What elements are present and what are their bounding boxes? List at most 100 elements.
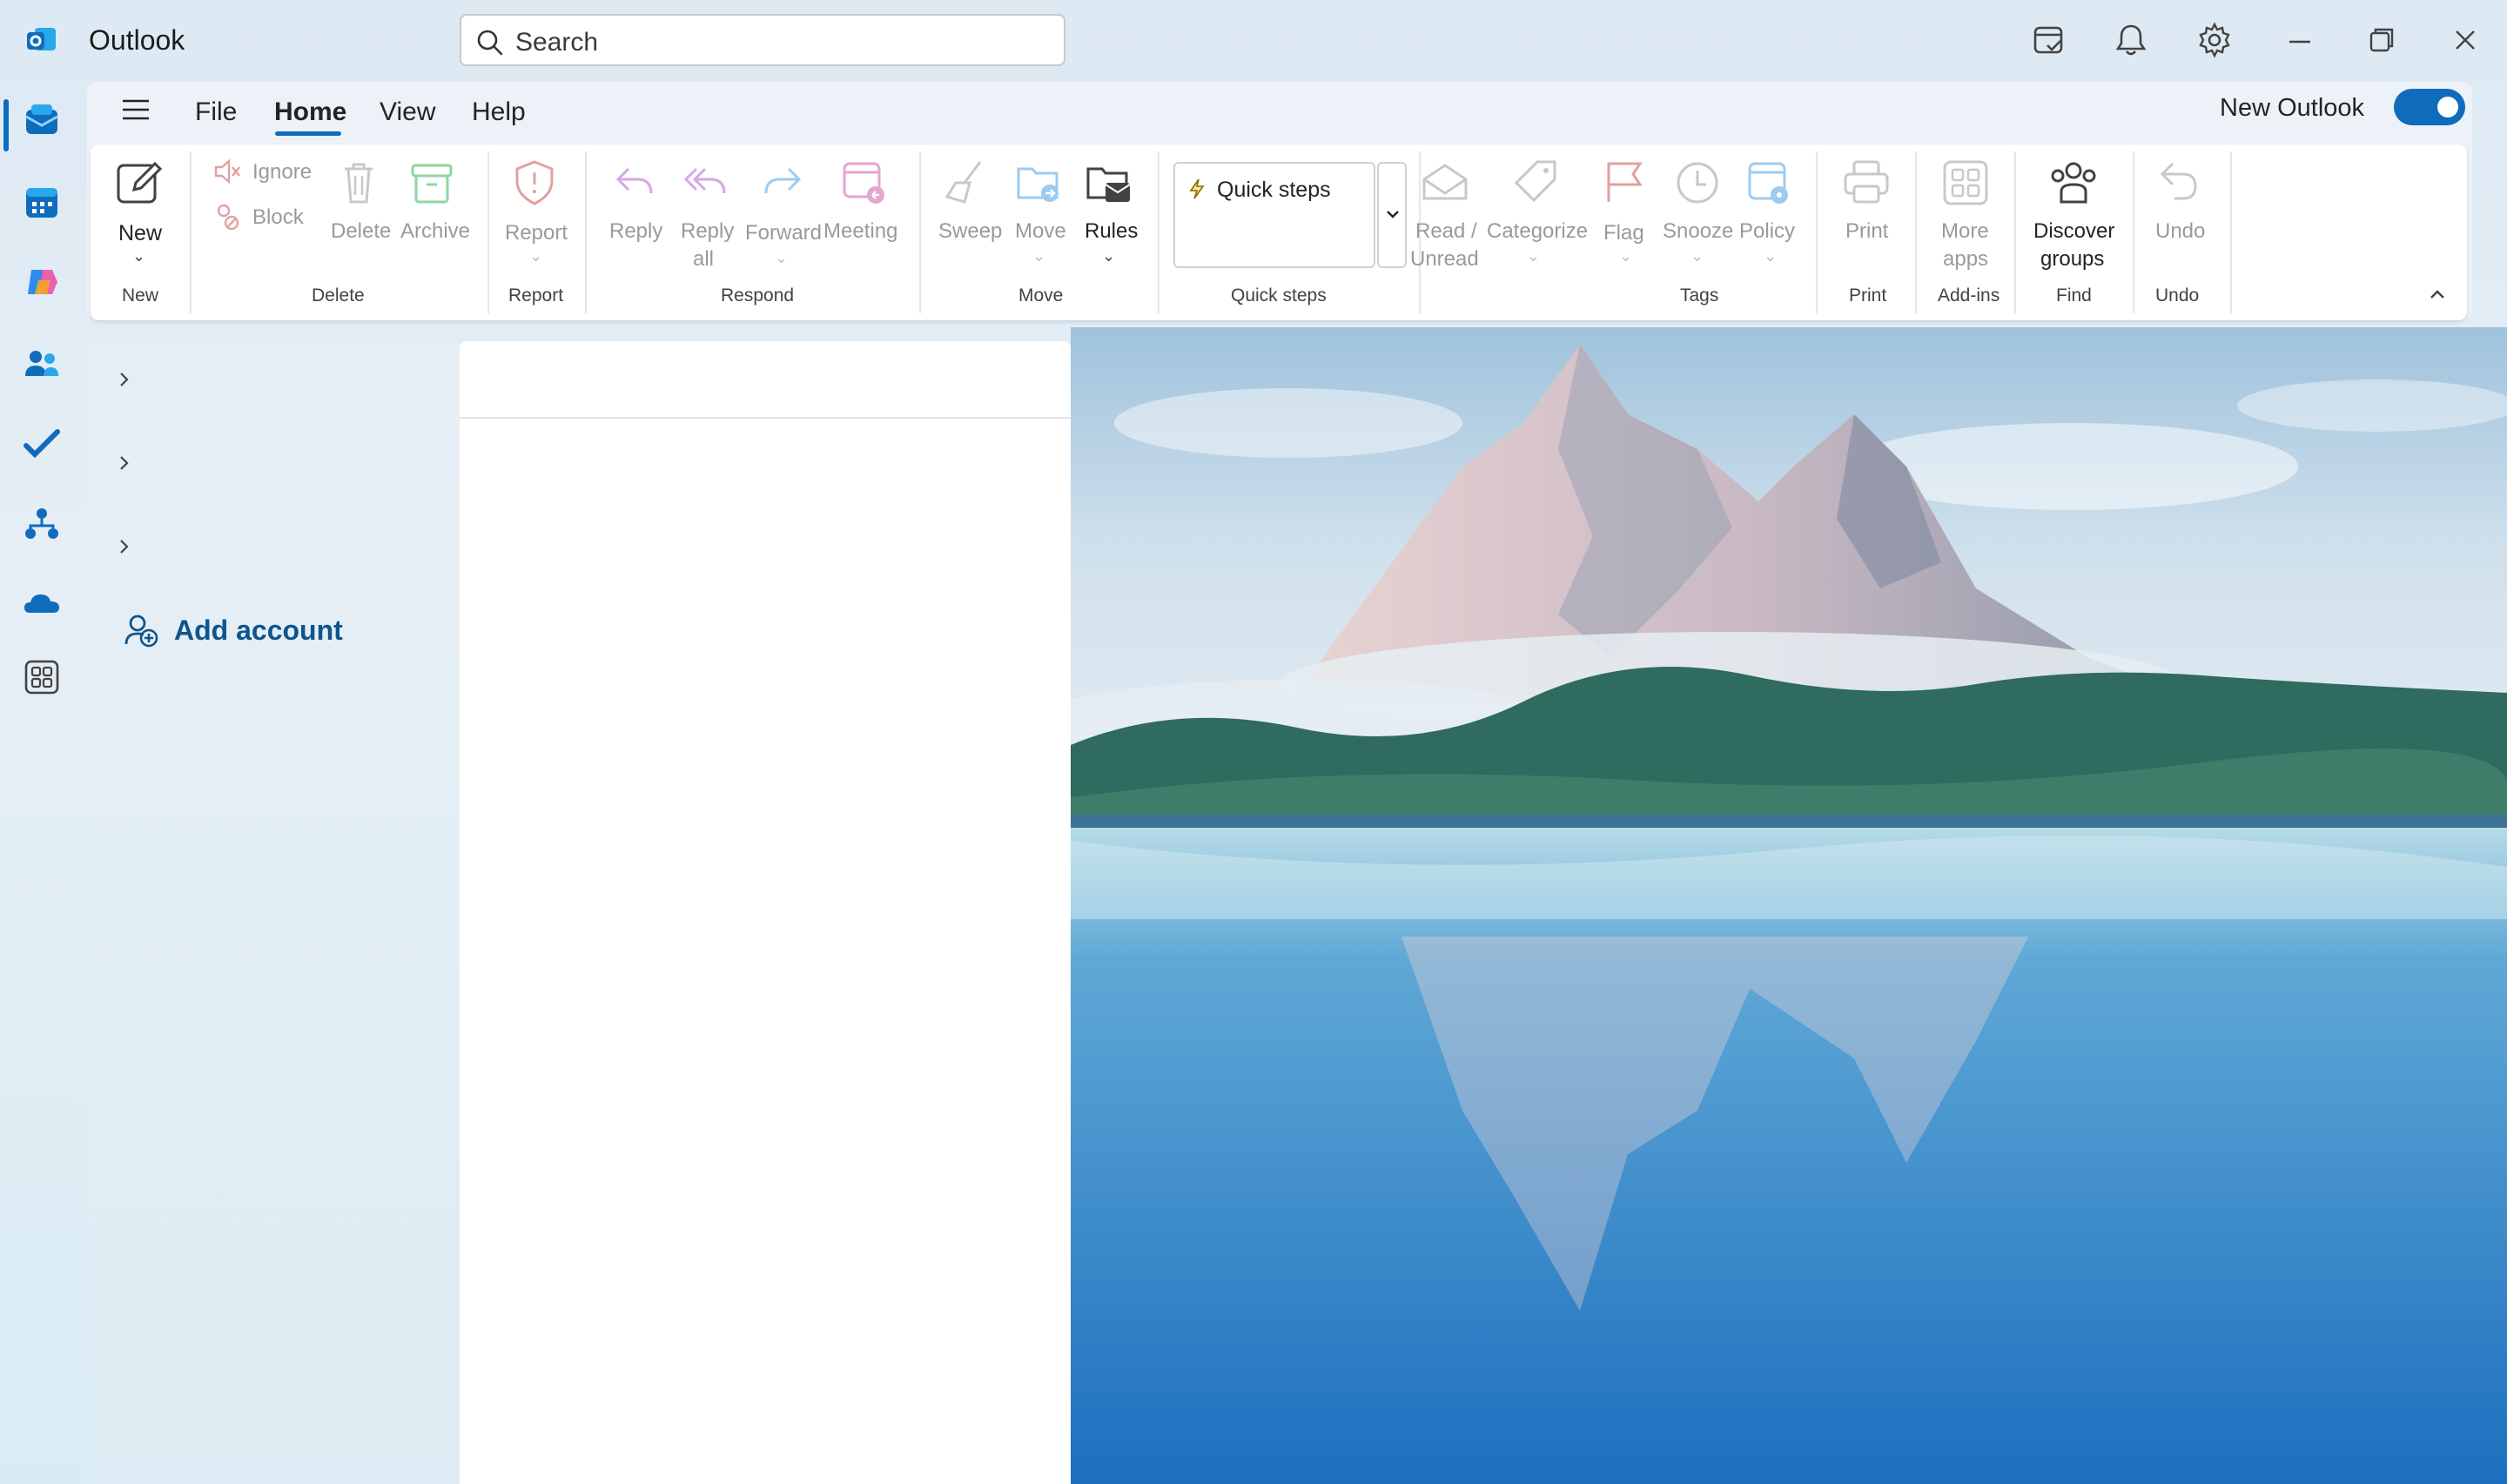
hamburger-menu-icon[interactable] bbox=[120, 94, 151, 125]
new-button[interactable]: New bbox=[118, 219, 162, 247]
rail-active-indicator bbox=[3, 99, 9, 151]
more-apps-icon[interactable] bbox=[23, 658, 61, 696]
gear-icon[interactable] bbox=[2195, 21, 2234, 59]
copilot-icon[interactable] bbox=[23, 263, 61, 301]
reply-icon bbox=[615, 167, 653, 194]
reply-button[interactable]: Reply bbox=[609, 218, 662, 245]
more-apps-ribbon-icon bbox=[1943, 160, 1988, 205]
ignore-button[interactable]: Ignore bbox=[252, 158, 312, 186]
report-button[interactable]: Report bbox=[505, 219, 568, 247]
separator bbox=[1816, 151, 1818, 313]
separator bbox=[585, 151, 587, 313]
tab-view[interactable]: View bbox=[380, 97, 435, 127]
meeting-button[interactable]: Meeting bbox=[823, 218, 897, 245]
rules-icon[interactable] bbox=[1083, 157, 1135, 209]
undo-button[interactable]: Undo bbox=[2155, 218, 2205, 245]
delete-button[interactable]: Delete bbox=[331, 218, 391, 245]
policy-icon bbox=[1748, 162, 1788, 204]
todo-icon[interactable] bbox=[23, 425, 61, 463]
restore-icon[interactable] bbox=[2362, 21, 2401, 59]
mail-icon[interactable] bbox=[23, 101, 61, 139]
group-label-tags: Tags bbox=[1680, 285, 1719, 306]
tab-file[interactable]: File bbox=[195, 97, 237, 127]
discover-groups-button-line2: groups bbox=[2040, 247, 2105, 271]
message-list[interactable] bbox=[460, 341, 1071, 1484]
print-button[interactable]: Print bbox=[1845, 218, 1888, 245]
forward-button[interactable]: Forward bbox=[745, 219, 822, 247]
quick-steps-expand-button[interactable] bbox=[1377, 162, 1407, 268]
move-button[interactable]: Move bbox=[1015, 218, 1066, 245]
block-button[interactable]: Block bbox=[252, 204, 304, 232]
new-chevron-icon[interactable]: ⌄ bbox=[132, 247, 145, 265]
group-label-quick-steps: Quick steps bbox=[1231, 285, 1327, 306]
org-explorer-icon[interactable] bbox=[23, 505, 61, 543]
sweep-icon bbox=[944, 161, 982, 204]
forward-chevron-icon[interactable]: ⌄ bbox=[775, 249, 788, 267]
new-outlook-label: New Outlook bbox=[2220, 94, 2365, 122]
forward-icon bbox=[764, 167, 802, 194]
app-title: Outlook bbox=[89, 24, 185, 56]
group-label-addins: Add-ins bbox=[1938, 285, 2000, 306]
rules-chevron-icon[interactable]: ⌄ bbox=[1102, 247, 1115, 265]
tab-home[interactable]: Home bbox=[274, 97, 346, 127]
separator bbox=[1915, 151, 1917, 313]
message-list-header bbox=[460, 341, 1071, 419]
meeting-icon bbox=[843, 162, 884, 204]
reply-all-icon bbox=[683, 167, 726, 194]
undo-icon bbox=[2160, 162, 2197, 200]
discover-groups-button[interactable]: Discover bbox=[2033, 218, 2114, 245]
close-icon[interactable] bbox=[2446, 21, 2484, 59]
new-outlook-toggle[interactable] bbox=[2394, 89, 2465, 125]
chevron-right-icon[interactable] bbox=[113, 453, 134, 473]
flag-chevron-icon[interactable]: ⌄ bbox=[1619, 247, 1632, 265]
rules-button[interactable]: Rules bbox=[1085, 218, 1138, 245]
sweep-button[interactable]: Sweep bbox=[938, 218, 1002, 245]
group-label-respond: Respond bbox=[721, 285, 795, 306]
people-icon[interactable] bbox=[23, 345, 61, 383]
search-icon bbox=[477, 30, 503, 56]
archive-button[interactable]: Archive bbox=[400, 218, 470, 245]
separator bbox=[487, 151, 489, 313]
categorize-button[interactable]: Categorize bbox=[1487, 218, 1588, 245]
policy-button[interactable]: Policy bbox=[1739, 218, 1795, 245]
separator bbox=[2133, 151, 2134, 313]
group-label-report: Report bbox=[508, 285, 564, 306]
group-label-new: New bbox=[122, 285, 159, 306]
read-unread-button[interactable]: Read / bbox=[1415, 218, 1477, 245]
lightning-icon bbox=[1189, 178, 1205, 199]
discover-groups-icon[interactable] bbox=[2047, 157, 2100, 209]
group-label-find: Find bbox=[2056, 285, 2092, 306]
my-day-icon[interactable] bbox=[2030, 21, 2068, 59]
more-apps-button[interactable]: More bbox=[1941, 218, 1989, 245]
reply-all-button[interactable]: Reply bbox=[681, 218, 734, 245]
snooze-chevron-icon[interactable]: ⌄ bbox=[1690, 247, 1704, 265]
tab-help[interactable]: Help bbox=[472, 97, 526, 127]
separator bbox=[919, 151, 921, 313]
move-chevron-icon[interactable]: ⌄ bbox=[1032, 247, 1045, 265]
onedrive-icon[interactable] bbox=[23, 585, 61, 623]
chevron-right-icon[interactable] bbox=[113, 369, 134, 390]
categorize-chevron-icon[interactable]: ⌄ bbox=[1527, 247, 1540, 265]
snooze-button[interactable]: Snooze bbox=[1663, 218, 1733, 245]
policy-chevron-icon[interactable]: ⌄ bbox=[1764, 247, 1777, 265]
report-chevron-icon[interactable]: ⌄ bbox=[529, 247, 542, 265]
minimize-icon[interactable] bbox=[2281, 21, 2319, 59]
read-unread-icon bbox=[1422, 164, 1468, 200]
new-mail-icon[interactable] bbox=[113, 157, 165, 209]
move-icon bbox=[1017, 167, 1059, 202]
add-account-link[interactable]: Add account bbox=[174, 614, 343, 647]
separator bbox=[2014, 151, 2016, 313]
calendar-icon[interactable] bbox=[23, 183, 61, 221]
quick-steps-gallery[interactable]: Quick steps bbox=[1173, 162, 1375, 268]
chevron-down-icon bbox=[1387, 211, 1399, 218]
collapse-ribbon-icon[interactable] bbox=[2425, 282, 2450, 306]
group-label-delete: Delete bbox=[312, 285, 365, 306]
chevron-right-icon[interactable] bbox=[113, 536, 134, 557]
group-label-print: Print bbox=[1849, 285, 1887, 306]
add-account-icon[interactable] bbox=[124, 613, 158, 648]
flag-button[interactable]: Flag bbox=[1603, 219, 1644, 247]
group-label-move: Move bbox=[1018, 285, 1064, 306]
ribbon: New ⌄ New Ignore Block Delete Archive De… bbox=[91, 144, 2467, 320]
search-input[interactable]: Search bbox=[460, 14, 1065, 66]
bell-icon[interactable] bbox=[2112, 21, 2150, 59]
